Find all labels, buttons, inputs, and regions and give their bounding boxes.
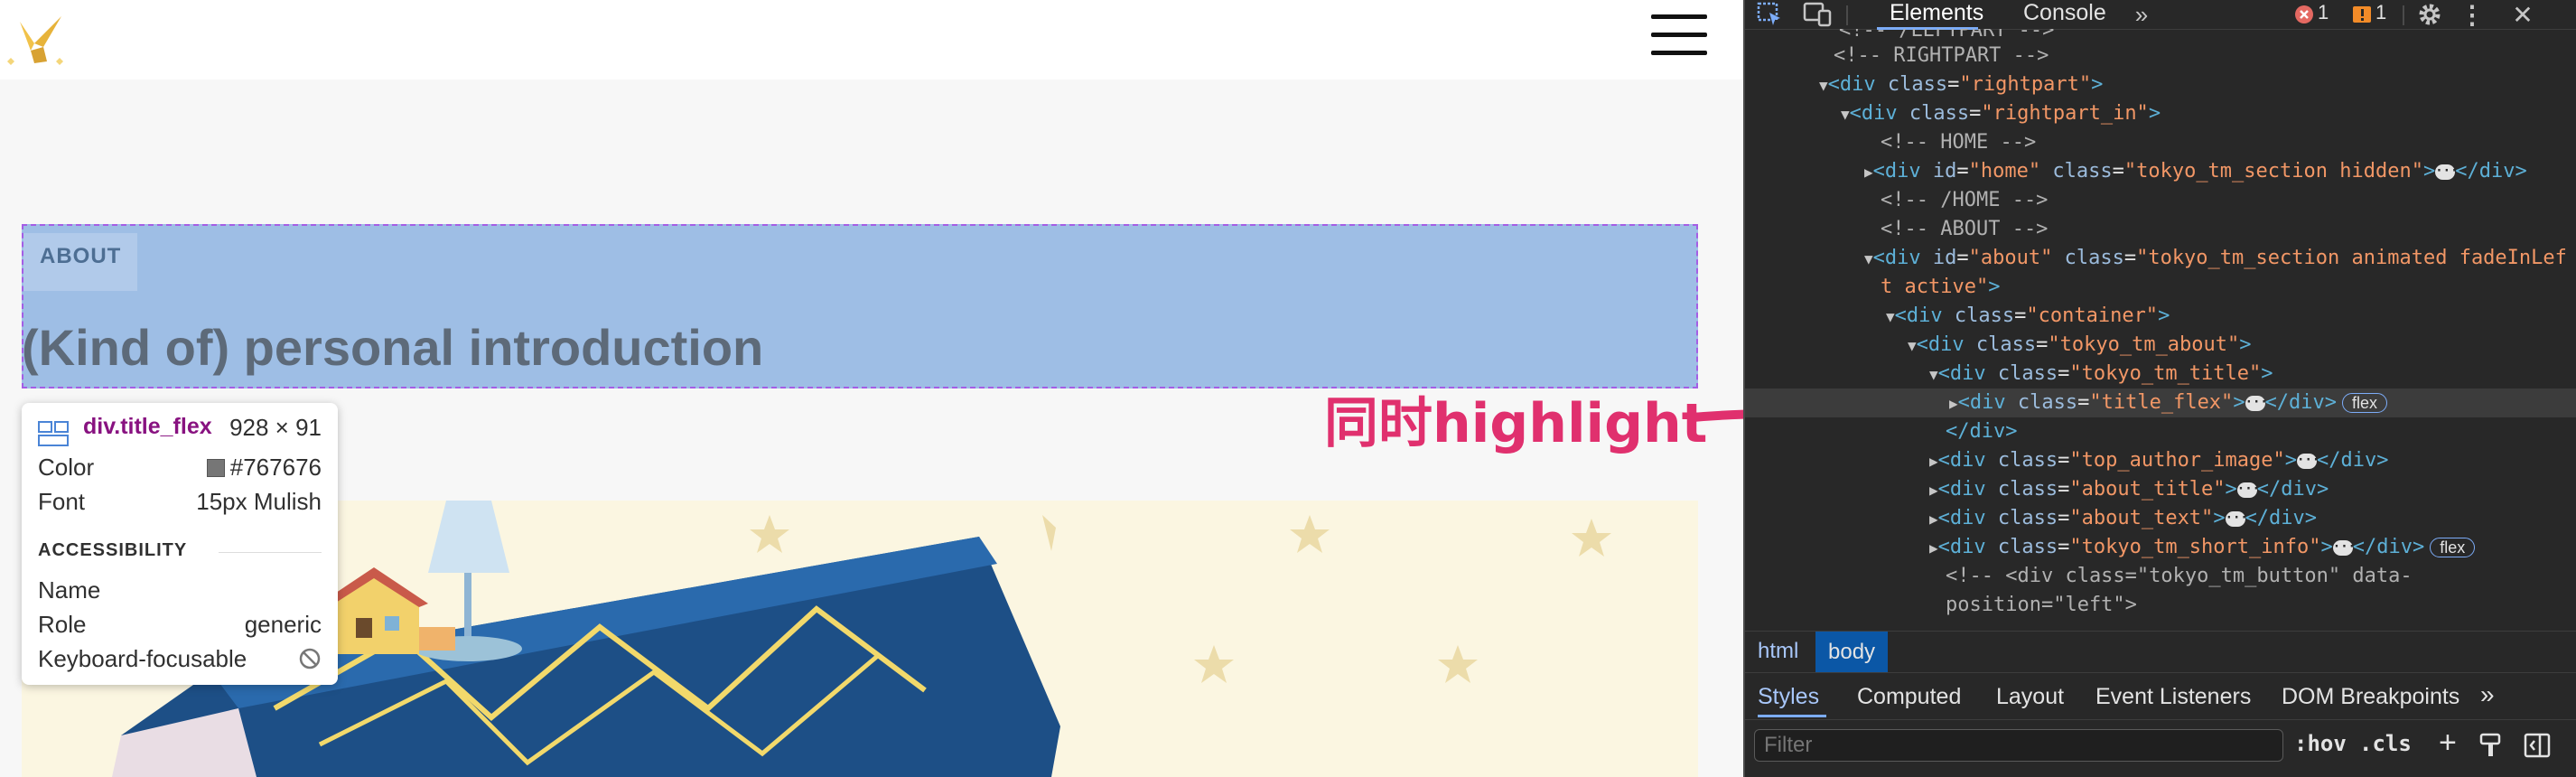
page-title: (Kind of) personal introduction [22, 319, 764, 376]
dom-line[interactable]: t active"> [1745, 273, 2576, 302]
site-header [0, 0, 1743, 80]
tooltip-font-label: Font [38, 488, 86, 515]
dom-line[interactable]: <!-- RIGHTPART --> [1745, 42, 2576, 70]
paint-brush-icon[interactable] [2478, 733, 2502, 758]
dom-line[interactable]: </div> [1745, 417, 2576, 446]
annotation-text: 同时highlight [1324, 392, 1708, 455]
tab-layout[interactable]: Layout [1996, 684, 2064, 710]
dom-line[interactable]: ▶<div class="top_author_image">···</div> [1745, 446, 2576, 475]
tab-elements[interactable]: Elements [1890, 0, 1983, 26]
tooltip-role-value: generic [244, 611, 322, 638]
dom-line[interactable]: ▶<div class="about_title">···</div> [1745, 475, 2576, 504]
flex-container-icon [38, 421, 69, 446]
tooltip-role-label: Role [38, 611, 87, 638]
about-label: ABOUT [40, 244, 122, 268]
webpage-viewport: ABOUT (Kind of) personal introduction di… [0, 0, 1743, 777]
class-toggle-button[interactable]: .cls [2359, 731, 2412, 756]
tab-computed[interactable]: Computed [1857, 684, 1961, 710]
dom-line[interactable]: position="left"> [1745, 591, 2576, 620]
dom-line[interactable]: ▶<div class="about_text">···</div> [1745, 504, 2576, 533]
devtools-panel: Elements Console » 1 1 ⋮ ✕ <!-- /LEFTPAR… [1745, 0, 2576, 777]
tooltip-name-row: Name [38, 576, 322, 604]
color-swatch [206, 459, 225, 477]
toggle-sidebar-icon[interactable] [2524, 733, 2551, 758]
tooltip-role-row: Role generic [38, 611, 322, 639]
warning-count[interactable]: 1 [2375, 1, 2386, 24]
menu-icon[interactable] [1651, 13, 1711, 56]
dom-line[interactable]: <!-- ABOUT --> [1745, 215, 2576, 244]
error-icon[interactable] [2294, 0, 2314, 29]
inspect-element-icon[interactable] [1754, 0, 1787, 29]
not-focusable-icon [298, 645, 322, 673]
hover-state-button[interactable]: :hov [2294, 731, 2347, 756]
element-inspect-tooltip: div.title_flex 928 × 91 Color #767676 Fo… [22, 403, 338, 685]
tooltip-keyboard-label: Keyboard-focusable [38, 645, 247, 672]
dom-line[interactable]: <!-- HOME --> [1745, 128, 2576, 157]
annotation-arrow-icon [1689, 409, 1743, 422]
tooltip-color-row: Color #767676 [38, 454, 322, 482]
tooltip-font-row: Font 15px Mulish [38, 488, 322, 516]
tooltip-divider [219, 552, 322, 553]
settings-gear-icon[interactable] [2415, 0, 2444, 29]
dom-line[interactable]: ▼<div id="about" class="tokyo_tm_section… [1745, 244, 2576, 273]
styles-filter-input[interactable] [1754, 729, 2283, 762]
dom-line[interactable]: ▼<div class="rightpart_in"> [1745, 99, 2576, 128]
device-toolbar-icon[interactable] [1801, 0, 1834, 29]
add-rule-icon[interactable]: + [2439, 726, 2457, 761]
tab-styles[interactable]: Styles [1758, 684, 1819, 710]
error-count[interactable]: 1 [2318, 1, 2329, 24]
flex-badge[interactable]: flex [2342, 393, 2388, 413]
tooltip-accessibility-title: ACCESSIBILITY [38, 540, 188, 560]
breadcrumb: html body [1745, 631, 2576, 673]
styles-subtabs: Styles Computed Layout Event Listeners D… [1745, 672, 2576, 720]
dom-line-selected[interactable]: ▶<div class="title_flex">···</div> flex [1745, 388, 2576, 417]
dom-tree[interactable]: <!-- /LEFTPART --> <!-- RIGHTPART --> ▼<… [1745, 29, 2576, 622]
more-tabs-icon[interactable]: » [2128, 0, 2155, 29]
tab-console[interactable]: Console [2023, 0, 2106, 26]
tooltip-keyboard-row: Keyboard-focusable [38, 645, 322, 673]
dom-line[interactable]: ▼<div class="tokyo_tm_title"> [1745, 360, 2576, 388]
tab-dom-breakpoints[interactable]: DOM Breakpoints [2282, 684, 2459, 710]
active-subtab-indicator [1758, 715, 1826, 717]
warning-icon[interactable] [2352, 0, 2372, 29]
devtools-toolbar: Elements Console » 1 1 ⋮ ✕ [1745, 0, 2576, 30]
dom-line[interactable]: ▼<div class="container"> [1745, 302, 2576, 331]
tooltip-element-size: 928 × 91 [229, 414, 322, 441]
dom-line[interactable]: ▼<div class="rightpart"> [1745, 70, 2576, 99]
dom-line[interactable]: ▼<div class="tokyo_tm_about"> [1745, 331, 2576, 360]
breadcrumb-body[interactable]: body [1815, 632, 1889, 673]
dom-line[interactable]: <!-- /HOME --> [1745, 186, 2576, 215]
tooltip-font-value: 15px Mulish [196, 488, 322, 515]
tooltip-name-label: Name [38, 576, 101, 604]
more-options-icon[interactable]: ⋮ [2459, 0, 2485, 29]
breadcrumb-html[interactable]: html [1758, 639, 1798, 664]
close-devtools-icon[interactable]: ✕ [2509, 0, 2536, 29]
site-logo[interactable] [7, 11, 70, 69]
tab-event-listeners[interactable]: Event Listeners [2095, 684, 2251, 710]
dom-line[interactable]: ▶<div class="tokyo_tm_short_info">···</d… [1745, 533, 2576, 562]
dom-line[interactable]: ▶<div id="home" class="tokyo_tm_section … [1745, 157, 2576, 186]
styles-filter-bar: :hov .cls + [1745, 719, 2576, 777]
flex-badge[interactable]: flex [2430, 538, 2476, 557]
tooltip-element-name: div.title_flex [83, 414, 212, 439]
tooltip-color-value: #767676 [229, 454, 322, 481]
more-subtabs-icon[interactable]: » [2480, 680, 2495, 709]
dom-line[interactable]: <!-- <div class="tokyo_tm_button" data- [1745, 562, 2576, 591]
tooltip-color-label: Color [38, 454, 95, 481]
